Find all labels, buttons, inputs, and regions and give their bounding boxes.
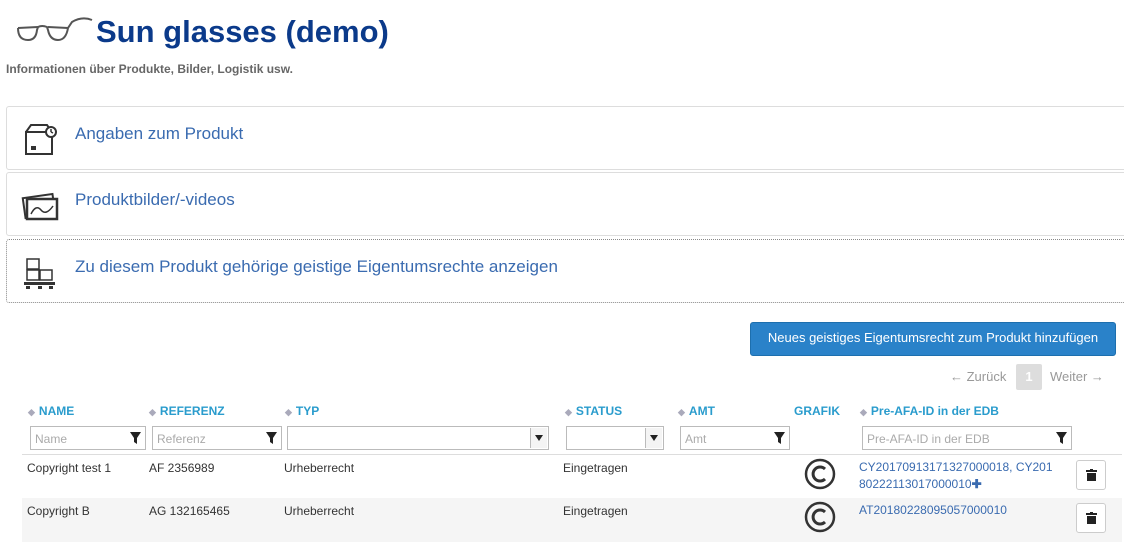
plus-icon[interactable]: ✚: [972, 477, 982, 491]
ipr-pallet-icon: [24, 258, 55, 289]
table-row[interactable]: Copyright B AG 132165465 Urheberrecht Ei…: [22, 498, 1122, 542]
cell-pre-afa[interactable]: AT20180228095057000010: [859, 502, 1069, 519]
cell-reference: AG 132165465: [149, 504, 230, 518]
filter-status-select[interactable]: [566, 426, 664, 450]
cell-status: Eingetragen: [563, 504, 628, 518]
photos-icon: [21, 192, 59, 221]
panel-label: Produktbilder/-videos: [75, 190, 235, 209]
filter-name-input[interactable]: Name: [30, 426, 146, 450]
panel-ip-rights[interactable]: Zu diesem Produkt gehörige geistige Eige…: [6, 239, 1124, 303]
panel-product-images[interactable]: Produktbilder/-videos: [6, 172, 1124, 236]
sort-icon: ◆: [149, 407, 156, 417]
column-header-type[interactable]: ◆ TYP: [285, 404, 319, 418]
box-icon: [25, 124, 57, 155]
add-ip-right-button[interactable]: Neues geistiges Eigentumsrecht zum Produ…: [750, 322, 1116, 356]
funnel-icon: [130, 432, 141, 444]
table-row[interactable]: Copyright test 1 AF 2356989 Urheberrecht…: [22, 454, 1122, 499]
column-header-reference[interactable]: ◆ REFERENZ: [149, 404, 225, 418]
cell-pre-afa[interactable]: CY20170913171327000018, CY201 8022211301…: [859, 459, 1069, 493]
filter-office-input[interactable]: Amt: [680, 426, 790, 450]
sort-icon: ◆: [285, 407, 292, 417]
trash-icon: [1086, 469, 1097, 481]
panel-product-details[interactable]: Angaben zum Produkt: [6, 106, 1124, 170]
page-subtitle: Informationen über Produkte, Bilder, Log…: [6, 62, 293, 76]
funnel-icon: [774, 432, 785, 444]
filter-type-select[interactable]: [287, 426, 549, 450]
delete-button[interactable]: [1076, 503, 1106, 533]
pager-next[interactable]: Weiter →: [1050, 369, 1104, 384]
pager-prev[interactable]: ← Zurück: [950, 369, 1006, 384]
column-header-graphic: GRAFIK: [794, 404, 840, 418]
column-header-name[interactable]: ◆ NAME: [28, 404, 74, 418]
sort-icon: ◆: [860, 407, 867, 417]
chevron-down-icon: [530, 428, 547, 448]
cell-type: Urheberrecht: [284, 461, 355, 475]
funnel-icon: [1056, 432, 1067, 444]
cell-name: Copyright test 1: [27, 461, 112, 475]
page-title: Sun glasses (demo): [96, 14, 389, 49]
page-header: Sun glasses (demo) Informationen über Pr…: [0, 0, 1124, 100]
trash-icon: [1086, 512, 1097, 524]
panel-label: Angaben zum Produkt: [75, 124, 244, 143]
column-header-office[interactable]: ◆ AMT: [678, 404, 715, 418]
pager-page-current[interactable]: 1: [1016, 364, 1042, 390]
funnel-icon: [266, 432, 277, 444]
sort-icon: ◆: [565, 407, 572, 417]
column-header-pre-afa[interactable]: ◆ Pre-AFA-ID in der EDB: [860, 404, 999, 418]
panel-label: Zu diesem Produkt gehörige geistige Eige…: [75, 257, 558, 276]
column-header-status[interactable]: ◆ STATUS: [565, 404, 622, 418]
cell-reference: AF 2356989: [149, 461, 215, 475]
cell-name: Copyright B: [27, 504, 90, 518]
copyright-icon: [804, 501, 836, 533]
sort-icon: ◆: [678, 407, 685, 417]
chevron-down-icon: [645, 428, 662, 448]
cell-type: Urheberrecht: [284, 504, 355, 518]
delete-button[interactable]: [1076, 460, 1106, 490]
glasses-icon: [17, 17, 93, 42]
sort-icon: ◆: [28, 407, 35, 417]
cell-status: Eingetragen: [563, 461, 628, 475]
copyright-icon: [804, 458, 836, 490]
filter-pre-afa-input[interactable]: Pre-AFA-ID in der EDB: [862, 426, 1072, 450]
filter-reference-input[interactable]: Referenz: [152, 426, 282, 450]
